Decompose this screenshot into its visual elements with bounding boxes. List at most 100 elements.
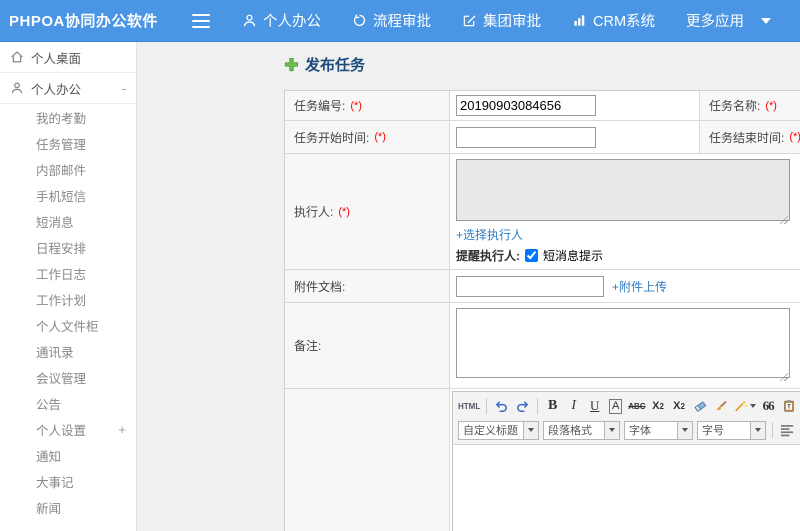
caret-down-icon: [682, 428, 688, 432]
sidebar-item-announcement[interactable]: 公告: [0, 390, 136, 416]
sidebar-item-personal-settings[interactable]: 个人设置 +: [0, 416, 136, 442]
sidebar-item-notice[interactable]: 通知: [0, 442, 136, 468]
app-window: PHPOA协同办公软件 个人办公 流程审批 集团审批 CRM系统 更多应用 个人…: [0, 0, 800, 531]
sidebar-item-meeting-management[interactable]: 会议管理: [0, 364, 136, 390]
executor-label: 执行人: (*): [285, 154, 450, 270]
sidebar-item-label: 会议管理: [36, 371, 87, 386]
compose-icon: [463, 15, 476, 27]
app-logo: PHPOA协同办公软件: [9, 13, 158, 30]
caret-down-icon: [609, 428, 615, 432]
top-navigation: 个人办公 流程审批 集团审批 CRM系统 更多应用: [242, 10, 772, 31]
nav-label: CRM系统: [593, 14, 656, 30]
strikethrough-button[interactable]: ABC: [627, 396, 646, 416]
caret-down-icon[interactable]: [761, 17, 772, 24]
editor-content-area[interactable]: [453, 445, 800, 531]
superscript-button[interactable]: X2: [649, 396, 668, 416]
sidebar-item-label: 个人桌面: [31, 51, 82, 66]
sidebar-item-label: 任务管理: [36, 137, 87, 152]
required-mark: (*): [350, 99, 362, 112]
user-icon: [11, 82, 23, 94]
redo-icon[interactable]: [513, 396, 532, 416]
sidebar-item-personal-files[interactable]: 个人文件柜: [0, 312, 136, 338]
nav-workflow-approval[interactable]: 流程审批: [352, 10, 431, 31]
sidebar-item-personal-office[interactable]: 个人办公 -: [0, 73, 136, 104]
form-row-attachment: 附件文档: +附件上传: [285, 270, 800, 303]
sidebar-item-label: 新闻: [36, 501, 62, 516]
font-dialog-button[interactable]: A: [606, 396, 625, 416]
nav-personal-office[interactable]: 个人办公: [242, 10, 321, 31]
sidebar-item-label: 个人办公: [31, 82, 82, 97]
sidebar-item-work-diary[interactable]: 工作日志: [0, 260, 136, 286]
italic-button[interactable]: I: [564, 396, 583, 416]
nav-label: 集团审批: [483, 14, 541, 30]
nav-label: 个人办公: [263, 14, 321, 30]
nav-crm-system[interactable]: CRM系统: [572, 10, 655, 31]
attachment-input[interactable]: [456, 275, 604, 297]
sidebar-item-my-attendance[interactable]: 我的考勤: [0, 104, 136, 130]
form-row-description: 任务描述: (*) HTML: [285, 389, 800, 531]
page-title: 发布任务: [284, 51, 800, 77]
paste-icon[interactable]: [780, 396, 799, 416]
sidebar-item-task-management[interactable]: 任务管理: [0, 130, 136, 156]
sidebar-item-label: 通讯录: [36, 345, 74, 360]
required-mark: (*): [765, 99, 777, 112]
description-label: 任务描述: (*): [285, 389, 450, 531]
start-time-cell: [450, 121, 700, 154]
user-icon: [243, 14, 256, 27]
menu-toggle-icon[interactable]: [192, 13, 210, 28]
nav-label: 更多应用: [686, 14, 745, 30]
sidebar-item-contacts[interactable]: 通讯录: [0, 338, 136, 364]
main-content: 发布任务 任务编号: (*) 任务名称: (*): [137, 42, 800, 531]
add-icon: [284, 57, 299, 71]
home-icon: [11, 51, 23, 63]
executor-textarea[interactable]: [456, 159, 790, 221]
topbar: PHPOA协同办公软件 个人办公 流程审批 集团审批 CRM系统 更多应用: [0, 0, 800, 42]
nav-label: 流程审批: [373, 14, 431, 30]
select-executor-link[interactable]: +选择执行人: [456, 228, 523, 242]
end-time-label: 任务结束时间: (*): [700, 121, 800, 154]
sidebar-item-label: 短消息: [36, 215, 74, 230]
underline-button[interactable]: U: [585, 396, 604, 416]
form-row-executor: 执行人: (*) +选择执行人 提醒执行人: 短消息提示: [285, 154, 800, 270]
remind-executor-label: 提醒执行人:: [456, 249, 520, 263]
sidebar-item-milestones[interactable]: 大事记: [0, 468, 136, 494]
sidebar-item-label: 日程安排: [36, 241, 87, 256]
html-source-button[interactable]: HTML: [457, 396, 481, 416]
blockquote-button[interactable]: 66: [759, 396, 778, 416]
remark-textarea[interactable]: [456, 308, 790, 378]
paragraph-format-dropdown[interactable]: 段落格式: [543, 420, 620, 440]
custom-heading-dropdown[interactable]: 自定义标题: [458, 420, 539, 440]
font-family-dropdown[interactable]: 字体: [624, 420, 693, 440]
required-mark: (*): [789, 131, 800, 143]
sms-notice-checkbox[interactable]: [525, 249, 538, 262]
sidebar-item-short-message[interactable]: 短消息: [0, 208, 136, 234]
caret-down-icon: [755, 428, 761, 432]
task-number-input[interactable]: [456, 95, 596, 116]
format-painter-icon[interactable]: [712, 396, 731, 416]
nav-group-approval[interactable]: 集团审批: [462, 10, 541, 31]
expand-icon[interactable]: +: [118, 422, 126, 437]
task-form: 任务编号: (*) 任务名称: (*) 任务开始时间: (*): [284, 90, 800, 531]
font-size-dropdown[interactable]: 字号: [697, 420, 766, 440]
bold-button[interactable]: B: [543, 396, 562, 416]
subscript-button[interactable]: X2: [670, 396, 689, 416]
sidebar-item-internal-mail[interactable]: 内部邮件: [0, 156, 136, 182]
collapse-icon[interactable]: -: [122, 81, 126, 96]
magic-wand-icon[interactable]: [733, 396, 757, 416]
start-time-input[interactable]: [456, 126, 596, 148]
sidebar-item-news[interactable]: 新闻: [0, 494, 136, 520]
attachment-label: 附件文档:: [285, 270, 450, 303]
sidebar-item-mobile-sms[interactable]: 手机短信: [0, 182, 136, 208]
undo-icon[interactable]: [492, 396, 511, 416]
page-title-text: 发布任务: [305, 56, 366, 74]
attachment-upload-link[interactable]: +附件上传: [612, 278, 667, 295]
editor-toolbar: HTML B I U A ABC X 2 X 2 66 自定义标题 段落格式 字…: [453, 392, 800, 445]
align-left-icon[interactable]: [778, 420, 797, 440]
eraser-icon[interactable]: [691, 396, 710, 416]
form-row-start-time: 任务开始时间: (*) 任务结束时间: (*): [285, 121, 800, 154]
nav-more-apps[interactable]: 更多应用: [686, 10, 744, 31]
sidebar-item-work-plan[interactable]: 工作计划: [0, 286, 136, 312]
sidebar-item-label: 大事记: [36, 475, 74, 490]
sidebar-item-schedule[interactable]: 日程安排: [0, 234, 136, 260]
sidebar-item-personal-desktop[interactable]: 个人桌面: [0, 42, 136, 73]
